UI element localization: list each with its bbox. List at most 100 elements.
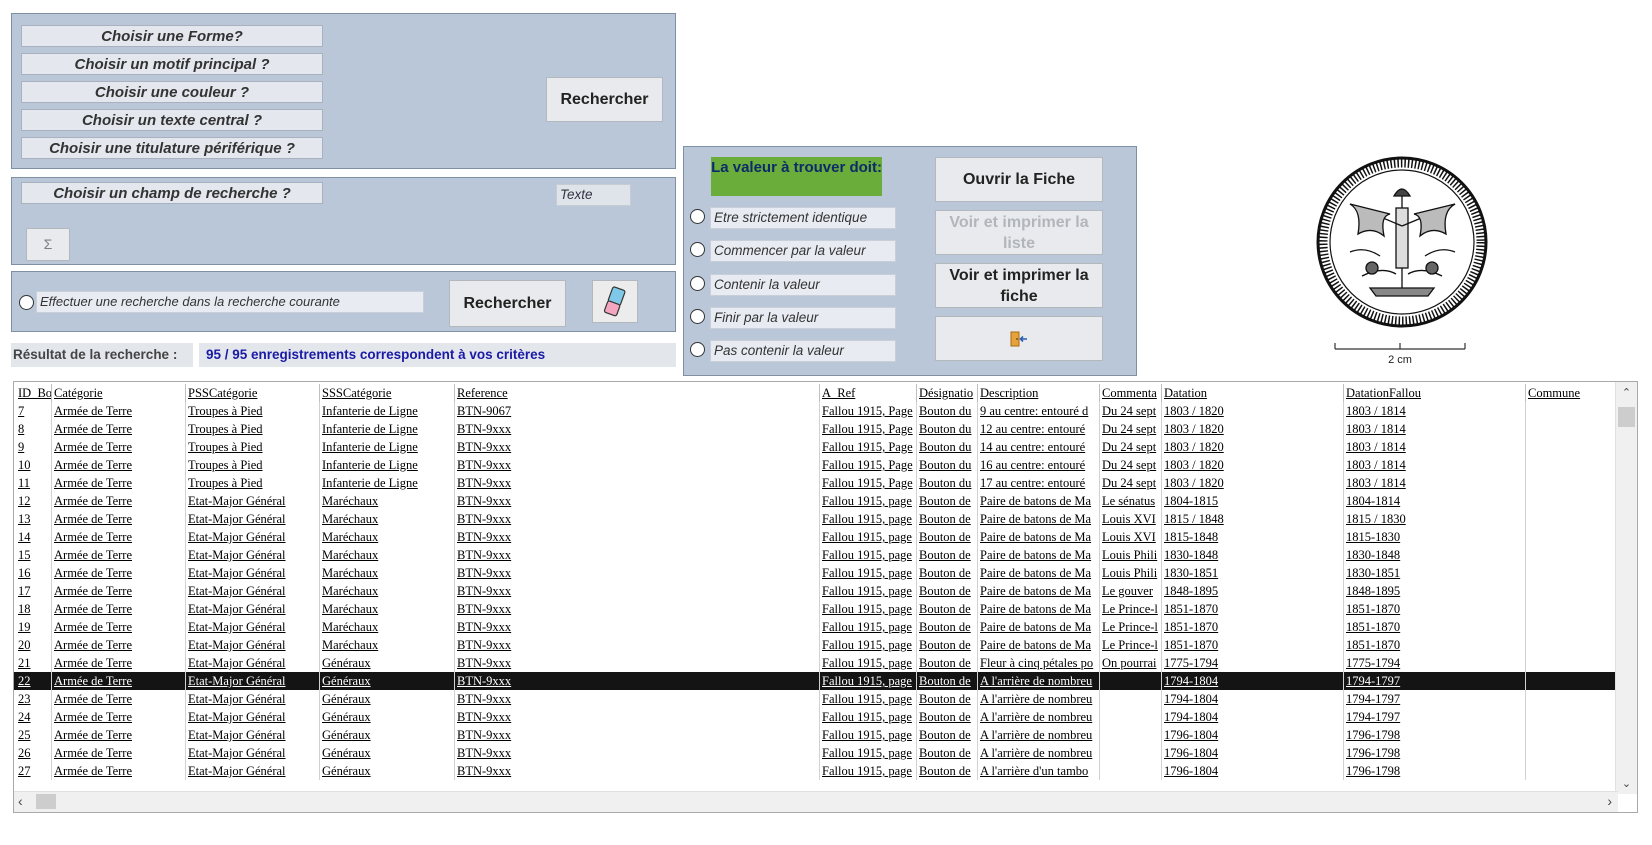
horizontal-scrollbar[interactable]: ‹ ›	[14, 791, 1618, 812]
table-cell[interactable]: Maréchaux	[320, 636, 455, 654]
table-cell[interactable]: 17	[16, 582, 52, 600]
table-cell[interactable]: 23	[16, 690, 52, 708]
table-cell[interactable]: Armée de Terre	[52, 600, 186, 618]
table-cell[interactable]: Armée de Terre	[52, 762, 186, 780]
table-cell[interactable]: Bouton de	[917, 528, 978, 546]
table-cell[interactable]: Fallou 1915, Page	[820, 402, 917, 420]
table-cell[interactable]	[1526, 654, 1618, 672]
vertical-scrollbar[interactable]: ⌃ ⌄	[1615, 382, 1637, 794]
table-cell[interactable]: BTN-9xxx	[455, 582, 820, 600]
column-header[interactable]: Description	[978, 384, 1100, 402]
column-header[interactable]: DatationFallou	[1344, 384, 1526, 402]
table-cell[interactable]: 13	[16, 510, 52, 528]
table-row[interactable]: 10 Armée de Terre Troupes à Pied Infanterie…	[14, 456, 1618, 474]
table-cell[interactable]: Généraux	[320, 744, 455, 762]
table-cell[interactable]: Bouton de	[917, 600, 978, 618]
table-cell[interactable]: 18	[16, 600, 52, 618]
table-cell[interactable]: Paire de batons de Ma	[978, 618, 1100, 636]
table-cell[interactable]: Fallou 1915, Page	[820, 474, 917, 492]
table-cell[interactable]: 10	[16, 456, 52, 474]
table-cell[interactable]: Etat-Major Général	[186, 546, 320, 564]
table-cell[interactable]: Le Prince-l	[1100, 600, 1162, 618]
table-cell[interactable]: Paire de batons de Ma	[978, 546, 1100, 564]
table-cell[interactable]: BTN-9xxx	[455, 438, 820, 456]
table-cell[interactable]: Fallou 1915, Page	[820, 438, 917, 456]
table-cell[interactable]: On pourrai	[1100, 654, 1162, 672]
table-cell[interactable]: 1794-1797	[1344, 708, 1526, 726]
table-cell[interactable]: 1803 / 1814	[1344, 420, 1526, 438]
table-cell[interactable]	[1526, 510, 1618, 528]
table-row[interactable]: 9 Armée de Terre Troupes à Pied Infanterie …	[14, 438, 1618, 456]
table-cell[interactable]: BTN-9xxx	[455, 708, 820, 726]
table-cell[interactable]: Bouton de	[917, 492, 978, 510]
table-cell[interactable]: Fallou 1915, page	[820, 708, 917, 726]
table-cell[interactable]: Louis XVI	[1100, 528, 1162, 546]
table-cell[interactable]: Troupes à Pied	[186, 420, 320, 438]
table-cell[interactable]: Paire de batons de Ma	[978, 510, 1100, 528]
table-cell[interactable]: Fallou 1915, page	[820, 744, 917, 762]
table-cell[interactable]: Maréchaux	[320, 510, 455, 528]
table-cell[interactable]: 1815-1830	[1344, 528, 1526, 546]
table-cell[interactable]: Bouton de	[917, 582, 978, 600]
table-cell[interactable]: Etat-Major Général	[186, 528, 320, 546]
table-cell[interactable]	[1526, 600, 1618, 618]
table-row[interactable]: 26 Armée de Terre Etat-Major Général Généra…	[14, 744, 1618, 762]
table-cell[interactable]: Paire de batons de Ma	[978, 636, 1100, 654]
table-cell[interactable]: Maréchaux	[320, 564, 455, 582]
table-cell[interactable]	[1526, 762, 1618, 780]
table-cell[interactable]: Bouton du	[917, 474, 978, 492]
table-cell[interactable]	[1526, 708, 1618, 726]
table-cell[interactable]: BTN-9xxx	[455, 726, 820, 744]
table-cell[interactable]: BTN-9xxx	[455, 564, 820, 582]
scroll-down-icon[interactable]: ⌄	[1616, 777, 1637, 790]
table-cell[interactable]: 12 au centre: entouré	[978, 420, 1100, 438]
table-cell[interactable]: BTN-9xxx	[455, 636, 820, 654]
sigma-button[interactable]: Σ	[26, 228, 70, 261]
table-row[interactable]: 18 Armée de Terre Etat-Major Général Maréch…	[14, 600, 1618, 618]
column-header[interactable]: Commenta	[1100, 384, 1162, 402]
table-cell[interactable]: Etat-Major Général	[186, 762, 320, 780]
table-row[interactable]: 24 Armée de Terre Etat-Major Général Généra…	[14, 708, 1618, 726]
table-cell[interactable]: Paire de batons de Ma	[978, 600, 1100, 618]
subsearch-radio[interactable]	[19, 295, 34, 310]
table-cell[interactable]: 1803 / 1820	[1162, 420, 1344, 438]
table-row[interactable]: 16 Armée de Terre Etat-Major Général Maréch…	[14, 564, 1618, 582]
table-cell[interactable]: 14 au centre: entouré	[978, 438, 1100, 456]
print-sheet-button[interactable]: Voir et imprimer la fiche	[935, 263, 1103, 308]
table-cell[interactable]: Louis XVI	[1100, 510, 1162, 528]
table-cell[interactable]: 16 au centre: entouré	[978, 456, 1100, 474]
table-cell[interactable]: 1803 / 1814	[1344, 402, 1526, 420]
table-cell[interactable]: Bouton du	[917, 438, 978, 456]
choose-color-button[interactable]: Choisir une couleur ?	[21, 81, 323, 103]
table-cell[interactable]: Maréchaux	[320, 618, 455, 636]
table-cell[interactable]: BTN-9xxx	[455, 672, 820, 690]
scroll-up-icon[interactable]: ⌃	[1616, 386, 1637, 399]
table-cell[interactable]: Etat-Major Général	[186, 582, 320, 600]
search-button[interactable]: Rechercher	[546, 77, 663, 122]
column-header[interactable]: A_Ref	[820, 384, 917, 402]
table-cell[interactable]: Etat-Major Général	[186, 654, 320, 672]
table-cell[interactable]	[1526, 474, 1618, 492]
table-cell[interactable]: Maréchaux	[320, 528, 455, 546]
option-starts-with-radio[interactable]	[690, 242, 705, 257]
table-cell[interactable]: 1830-1851	[1162, 564, 1344, 582]
table-cell[interactable]: Armée de Terre	[52, 438, 186, 456]
table-cell[interactable]: Armée de Terre	[52, 546, 186, 564]
table-cell[interactable]: Armée de Terre	[52, 582, 186, 600]
table-cell[interactable]: BTN-9xxx	[455, 600, 820, 618]
table-cell[interactable]: Le sénatus	[1100, 492, 1162, 510]
table-cell[interactable]: Infanterie de Ligne	[320, 420, 455, 438]
table-cell[interactable]: Paire de batons de Ma	[978, 582, 1100, 600]
table-cell[interactable]: 1775-1794	[1162, 654, 1344, 672]
table-cell[interactable]: BTN-9xxx	[455, 654, 820, 672]
table-cell[interactable]: Etat-Major Général	[186, 672, 320, 690]
text-input[interactable]: Texte	[556, 184, 631, 206]
table-cell[interactable]: BTN-9xxx	[455, 420, 820, 438]
table-cell[interactable]: Généraux	[320, 690, 455, 708]
table-cell[interactable]: 1830-1848	[1344, 546, 1526, 564]
table-cell[interactable]: Bouton du	[917, 456, 978, 474]
table-cell[interactable]: Du 24 sept	[1100, 420, 1162, 438]
table-row[interactable]: 7 Armée de Terre Troupes à Pied Infanterie …	[14, 402, 1618, 420]
table-cell[interactable]: 11	[16, 474, 52, 492]
table-row[interactable]: 23 Armée de Terre Etat-Major Général Généra…	[14, 690, 1618, 708]
